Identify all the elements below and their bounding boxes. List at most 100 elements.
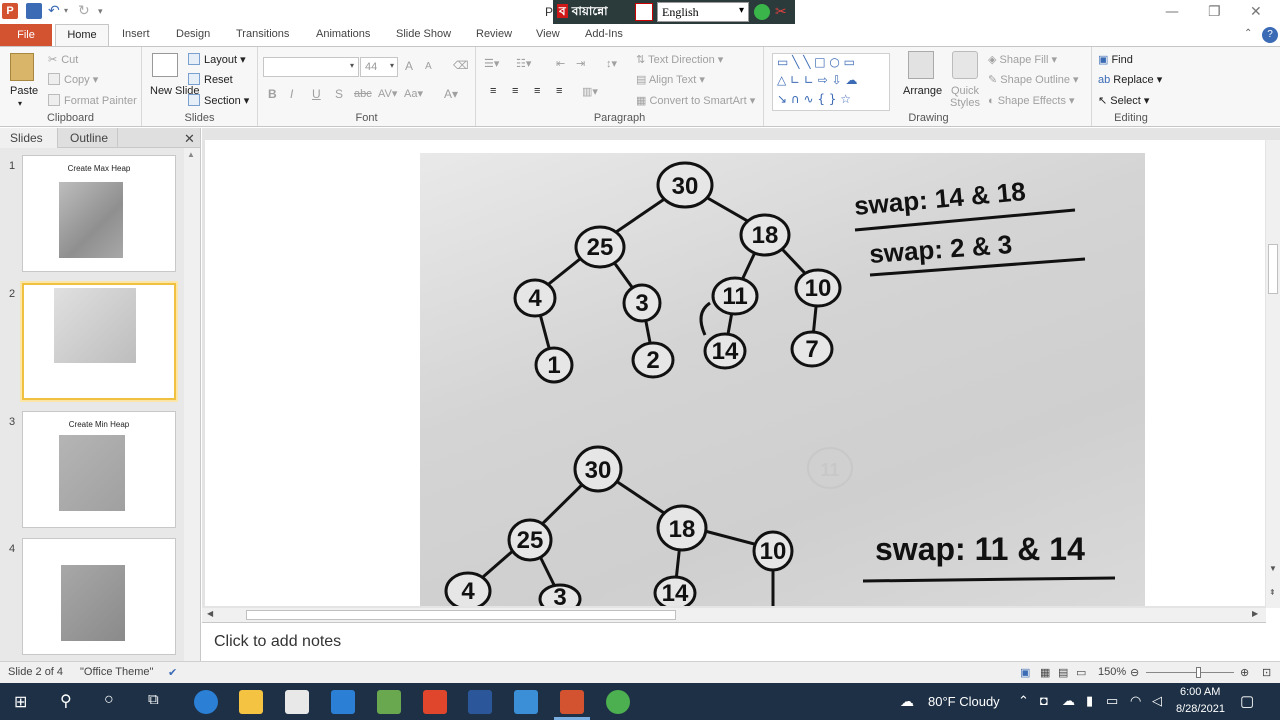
decrease-indent-icon[interactable]: ⇤ [556,57,565,70]
green-circle-icon[interactable] [754,4,770,20]
tab-file[interactable]: File [0,24,52,46]
bullets-icon[interactable]: ☰▾ [484,57,499,70]
store-icon[interactable] [285,690,309,714]
keyboard-icon[interactable] [635,3,653,21]
font-color-icon[interactable]: A▾ [444,87,458,101]
tab-slides[interactable]: Slides [0,128,58,148]
align-right-icon[interactable]: ≡ [534,85,540,97]
notepad-icon[interactable] [377,690,401,714]
clock-date[interactable]: 8/28/2021 [1176,703,1225,715]
paste-icon[interactable] [10,53,34,81]
italic-icon[interactable]: I [290,87,293,101]
shape-outline-button[interactable]: ✎ Shape Outline ▾ [988,73,1079,86]
arrange-icon[interactable] [908,51,934,79]
undo-icon[interactable]: ↶ [48,3,64,19]
reset-button[interactable]: Reset [188,73,233,86]
bold-icon[interactable]: B [268,87,277,101]
horizontal-scroll-thumb[interactable] [246,610,676,620]
collapse-ribbon-icon[interactable]: ⌃ [1244,28,1252,39]
format-painter-button[interactable]: Format Painter [48,94,137,107]
redo-icon[interactable]: ↻ [78,3,94,19]
close-icon[interactable]: ✕ [1250,4,1262,20]
scroll-up-icon[interactable]: ▲ [187,150,195,159]
align-text-button[interactable]: ▤ Align Text ▾ [636,73,705,86]
tab-view[interactable]: View [536,28,560,40]
scroll-left-icon[interactable]: ◀ [207,609,213,618]
tab-animations[interactable]: Animations [316,28,370,40]
reading-view-icon[interactable]: ▤ [1058,666,1068,679]
select-button[interactable]: ↖ Select ▾ [1098,94,1149,107]
align-center-icon[interactable]: ≡ [512,85,518,97]
quick-styles-button[interactable]: Quick Styles [949,85,981,109]
paste-dropdown-icon[interactable]: ▾ [18,99,22,108]
show-hidden-icons[interactable]: ⌃ [1018,693,1029,709]
tab-outline[interactable]: Outline [60,128,118,148]
slide-thumbnail-3[interactable]: Create Min Heap [22,411,176,528]
tab-add-ins[interactable]: Add-Ins [585,28,623,40]
tray-app-icon[interactable]: ◘ [1040,693,1048,708]
change-case-icon[interactable]: Aa▾ [404,87,423,100]
copy-button[interactable]: Copy ▾ [48,73,98,86]
close-pane-icon[interactable]: ✕ [184,131,195,147]
shape-fill-button[interactable]: ◈ Shape Fill ▾ [988,53,1057,66]
clear-formatting-icon[interactable]: ⌫ [453,59,469,72]
notes-pane[interactable]: Click to add notes [202,622,1266,660]
underline-icon[interactable]: U [312,87,321,101]
powerpoint-app-icon[interactable]: P [2,3,18,19]
justify-icon[interactable]: ≡ [556,85,562,97]
arrange-button[interactable]: Arrange [903,85,942,97]
editor-vertical-scrollbar[interactable]: ▼ ⇞ [1266,140,1280,608]
tab-slide-show[interactable]: Slide Show [396,28,451,40]
zoom-slider[interactable] [1146,672,1234,673]
grow-font-icon[interactable]: A [405,59,413,73]
text-direction-button[interactable]: ⇅ Text Direction ▾ [636,53,723,66]
slides-pane-scrollbar[interactable]: ▲ [184,148,200,661]
find-button[interactable]: ▣ Find [1098,53,1133,66]
tab-home[interactable]: Home [55,24,109,47]
cortana-icon[interactable]: ○ [104,691,114,709]
weather-text[interactable]: 80°F Cloudy [928,694,1000,709]
notification-icon[interactable]: ▢ [1240,692,1254,710]
character-spacing-icon[interactable]: AV▾ [378,87,397,100]
zoom-slider-thumb[interactable] [1196,667,1201,678]
quick-styles-icon[interactable] [952,51,978,79]
layout-button[interactable]: Layout ▾ [188,53,246,66]
vertical-scroll-thumb[interactable] [1268,244,1278,294]
paste-button[interactable]: Paste [10,85,38,97]
tab-design[interactable]: Design [176,28,210,40]
word-icon[interactable] [468,690,492,714]
onedrive-icon[interactable]: ☁ [1062,693,1075,709]
app-c-icon[interactable] [423,690,447,714]
shapes-gallery[interactable]: ▭ ╲ ╲ □ ○ ▭ △ ∟ ∟ ⇨ ⇩ ☁ ↘ ∩ ∿ { } ☆ [772,53,890,111]
microphone-icon[interactable]: ▮ [1086,693,1093,709]
restore-icon[interactable]: ❐ [1208,4,1221,20]
minimize-icon[interactable]: — [1165,4,1179,20]
scroll-down-icon[interactable]: ▼ [1269,564,1277,573]
editor-horizontal-scrollbar[interactable]: ◀ ▶ [202,608,1266,622]
customize-qat-icon[interactable]: ▾ [98,3,114,19]
zoom-in-icon[interactable]: ⊕ [1240,666,1249,679]
slideshow-view-icon[interactable]: ▭ [1076,666,1086,679]
font-size-input[interactable]: 44 ▾ [360,57,398,77]
chrome-icon[interactable] [606,690,630,714]
edge-icon[interactable] [194,690,218,714]
shape-effects-button[interactable]: ◐ Shape Effects ▾ [988,94,1075,107]
normal-view-icon[interactable]: ▣ [1020,666,1030,679]
theme-name[interactable]: "Office Theme" [80,666,153,678]
shrink-font-icon[interactable]: A [425,61,432,72]
shadow-icon[interactable]: S [335,87,343,101]
cut-button[interactable]: ✂ Cut [48,53,78,66]
slide-thumbnail-2[interactable] [22,283,176,400]
convert-smartart-button[interactable]: ▦ Convert to SmartArt ▾ [636,94,755,107]
fit-slide-icon[interactable]: ⊡ [1262,666,1271,679]
strikethrough-icon[interactable]: abc [354,88,372,100]
section-button[interactable]: Section ▾ [188,94,249,107]
photos-icon[interactable] [514,690,538,714]
slide-sorter-icon[interactable]: ▦ [1040,666,1050,679]
font-name-input[interactable]: ▾ [263,57,359,77]
tools-icon[interactable]: ✂ [775,3,787,20]
zoom-out-icon[interactable]: ⊖ [1130,666,1139,679]
scroll-right-icon[interactable]: ▶ [1252,609,1258,618]
tab-review[interactable]: Review [476,28,512,40]
tab-transitions[interactable]: Transitions [236,28,289,40]
